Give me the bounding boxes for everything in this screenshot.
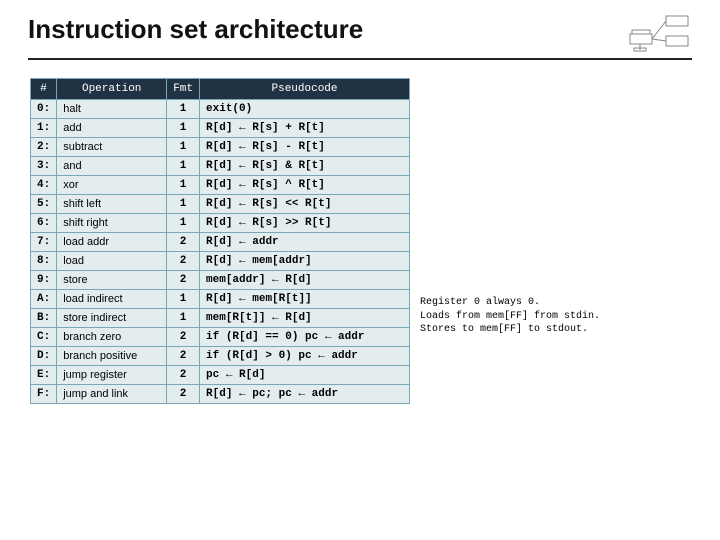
table-row: A:load indirect1R[d] ← mem[R[t]] [31,290,410,309]
cell-code: R[d] ← pc; pc ← addr [200,385,410,404]
cell-code: pc ← R[d] [200,366,410,385]
cell-op: halt [57,100,167,119]
cell-op: branch zero [57,328,167,347]
cell-num: 7: [31,233,57,252]
cell-num: D: [31,347,57,366]
cell-code: R[d] ← R[s] << R[t] [200,195,410,214]
table-header-row: # Operation Fmt Pseudocode [31,79,410,100]
cell-fmt: 1 [167,195,200,214]
cell-op: and [57,157,167,176]
cell-op: store [57,271,167,290]
cell-fmt: 2 [167,347,200,366]
cell-code: mem[addr] ← R[d] [200,271,410,290]
cell-fmt: 2 [167,271,200,290]
cell-num: 4: [31,176,57,195]
cell-fmt: 1 [167,214,200,233]
table-row: E:jump register2pc ← R[d] [31,366,410,385]
cell-code: exit(0) [200,100,410,119]
cell-op: load indirect [57,290,167,309]
table-row: 7:load addr2R[d] ← addr [31,233,410,252]
cell-num: 1: [31,119,57,138]
cell-code: R[d] ← R[s] - R[t] [200,138,410,157]
cpu-diagram-icon [628,12,692,52]
cell-code: R[d] ← R[s] ^ R[t] [200,176,410,195]
cell-num: B: [31,309,57,328]
cell-num: 3: [31,157,57,176]
title-rule [28,58,692,60]
cell-code: R[d] ← R[s] & R[t] [200,157,410,176]
cell-op: subtract [57,138,167,157]
cell-code: mem[R[t]] ← R[d] [200,309,410,328]
cell-code: if (R[d] > 0) pc ← addr [200,347,410,366]
side-notes: Register 0 always 0. Loads from mem[FF] … [420,296,600,337]
cell-code: R[d] ← addr [200,233,410,252]
table-row: 8:load2R[d] ← mem[addr] [31,252,410,271]
cell-fmt: 2 [167,366,200,385]
cell-fmt: 1 [167,176,200,195]
cell-op: jump and link [57,385,167,404]
table-row: 9:store2mem[addr] ← R[d] [31,271,410,290]
cell-op: add [57,119,167,138]
cell-fmt: 2 [167,233,200,252]
note-line: Loads from mem[FF] from stdin. [420,310,600,324]
cell-op: xor [57,176,167,195]
cell-code: if (R[d] == 0) pc ← addr [200,328,410,347]
instruction-table: # Operation Fmt Pseudocode 0:halt1exit(0… [30,78,410,404]
table-row: D:branch positive2if (R[d] > 0) pc ← add… [31,347,410,366]
cell-code: R[d] ← R[s] >> R[t] [200,214,410,233]
table-row: 4:xor1R[d] ← R[s] ^ R[t] [31,176,410,195]
col-fmt: Fmt [167,79,200,100]
table-row: F:jump and link2R[d] ← pc; pc ← addr [31,385,410,404]
table-row: 6:shift right1R[d] ← R[s] >> R[t] [31,214,410,233]
cell-num: 0: [31,100,57,119]
cell-op: load [57,252,167,271]
cell-code: R[d] ← R[s] + R[t] [200,119,410,138]
cell-op: branch positive [57,347,167,366]
col-op: Operation [57,79,167,100]
note-line: Register 0 always 0. [420,296,600,310]
table-row: 2:subtract1R[d] ← R[s] - R[t] [31,138,410,157]
cell-fmt: 1 [167,309,200,328]
cell-num: 8: [31,252,57,271]
table-row: 3:and1R[d] ← R[s] & R[t] [31,157,410,176]
table-row: 1:add1R[d] ← R[s] + R[t] [31,119,410,138]
table-row: 0:halt1exit(0) [31,100,410,119]
cell-num: 2: [31,138,57,157]
cell-op: jump register [57,366,167,385]
cell-fmt: 1 [167,290,200,309]
cell-num: 6: [31,214,57,233]
cell-code: R[d] ← mem[R[t]] [200,290,410,309]
cell-code: R[d] ← mem[addr] [200,252,410,271]
cell-num: F: [31,385,57,404]
note-line: Stores to mem[FF] to stdout. [420,323,600,337]
cell-num: 5: [31,195,57,214]
cell-fmt: 2 [167,385,200,404]
col-num: # [31,79,57,100]
cell-num: C: [31,328,57,347]
table-row: B:store indirect1mem[R[t]] ← R[d] [31,309,410,328]
cell-op: shift right [57,214,167,233]
cell-op: load addr [57,233,167,252]
page-title: Instruction set architecture [28,14,363,45]
cell-num: 9: [31,271,57,290]
cell-op: store indirect [57,309,167,328]
cell-fmt: 1 [167,119,200,138]
cell-fmt: 1 [167,100,200,119]
table-row: C:branch zero2if (R[d] == 0) pc ← addr [31,328,410,347]
cell-num: A: [31,290,57,309]
cell-fmt: 2 [167,328,200,347]
cell-fmt: 2 [167,252,200,271]
cell-num: E: [31,366,57,385]
cell-fmt: 1 [167,138,200,157]
table-row: 5:shift left1R[d] ← R[s] << R[t] [31,195,410,214]
cell-op: shift left [57,195,167,214]
col-code: Pseudocode [200,79,410,100]
cell-fmt: 1 [167,157,200,176]
